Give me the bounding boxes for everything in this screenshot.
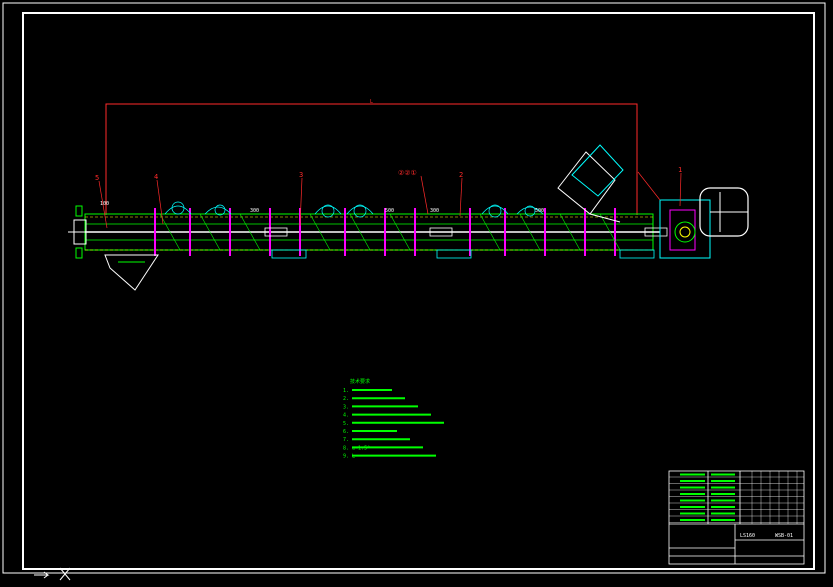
dim-label: 300 bbox=[250, 208, 259, 214]
tech-note-line: 1. bbox=[343, 388, 349, 394]
tech-note-line: 2. bbox=[343, 396, 349, 402]
title-block-rows bbox=[669, 471, 804, 524]
part-label-2: 2 bbox=[459, 171, 463, 179]
dim-label: 100 bbox=[100, 201, 109, 207]
part-label-4: 4 bbox=[154, 173, 158, 181]
part-labels: 5 4 3 ②②① 2 1 bbox=[95, 166, 682, 182]
tech-note-line: 5. bbox=[343, 421, 349, 427]
part-label-3: 3 bbox=[299, 171, 303, 179]
drive-unit bbox=[659, 187, 749, 259]
drawing-canvas: L 5 4 3 ②②① 2 1 100 300 500 300 500 技术要求… bbox=[2, 2, 826, 581]
title-block-name: LS160 bbox=[740, 533, 755, 539]
tech-notes: 技术要求 1.2.3.4.5.6.7.8. α=1.5°9. L bbox=[343, 378, 444, 460]
dim-label: 500 bbox=[385, 208, 394, 214]
title-block bbox=[668, 470, 805, 565]
tech-note-line: 7. bbox=[343, 437, 349, 443]
tech-notes-lines: 1.2.3.4.5.6.7.8. α=1.5°9. L bbox=[343, 388, 444, 460]
part-label-1: 1 bbox=[678, 166, 682, 174]
tech-note-line: 6. bbox=[343, 429, 349, 435]
part-label-assembly: ②②① bbox=[398, 169, 417, 177]
tech-note-line: 3. bbox=[343, 404, 349, 410]
tech-notes-heading: 技术要求 bbox=[350, 378, 370, 385]
conveyor-body bbox=[84, 213, 660, 251]
dim-label: 500 bbox=[535, 208, 544, 214]
cover-domes bbox=[164, 201, 544, 218]
inner-frame bbox=[22, 12, 815, 570]
outlet-chute bbox=[104, 254, 159, 291]
leader-lines bbox=[98, 171, 682, 229]
part-label-5: 5 bbox=[95, 174, 99, 182]
left-end-bearing bbox=[68, 205, 87, 259]
dim-label: 300 bbox=[430, 208, 439, 214]
cad-viewport[interactable]: L 5 4 3 ②②① 2 1 100 300 500 300 500 技术要求… bbox=[0, 0, 833, 583]
dimension-top-label: L bbox=[370, 99, 373, 105]
title-block-code: WSB-01 bbox=[775, 533, 793, 539]
tech-note-line: 4. bbox=[343, 413, 349, 419]
inlet-chute bbox=[557, 144, 624, 223]
top-dimension: L bbox=[105, 99, 638, 215]
